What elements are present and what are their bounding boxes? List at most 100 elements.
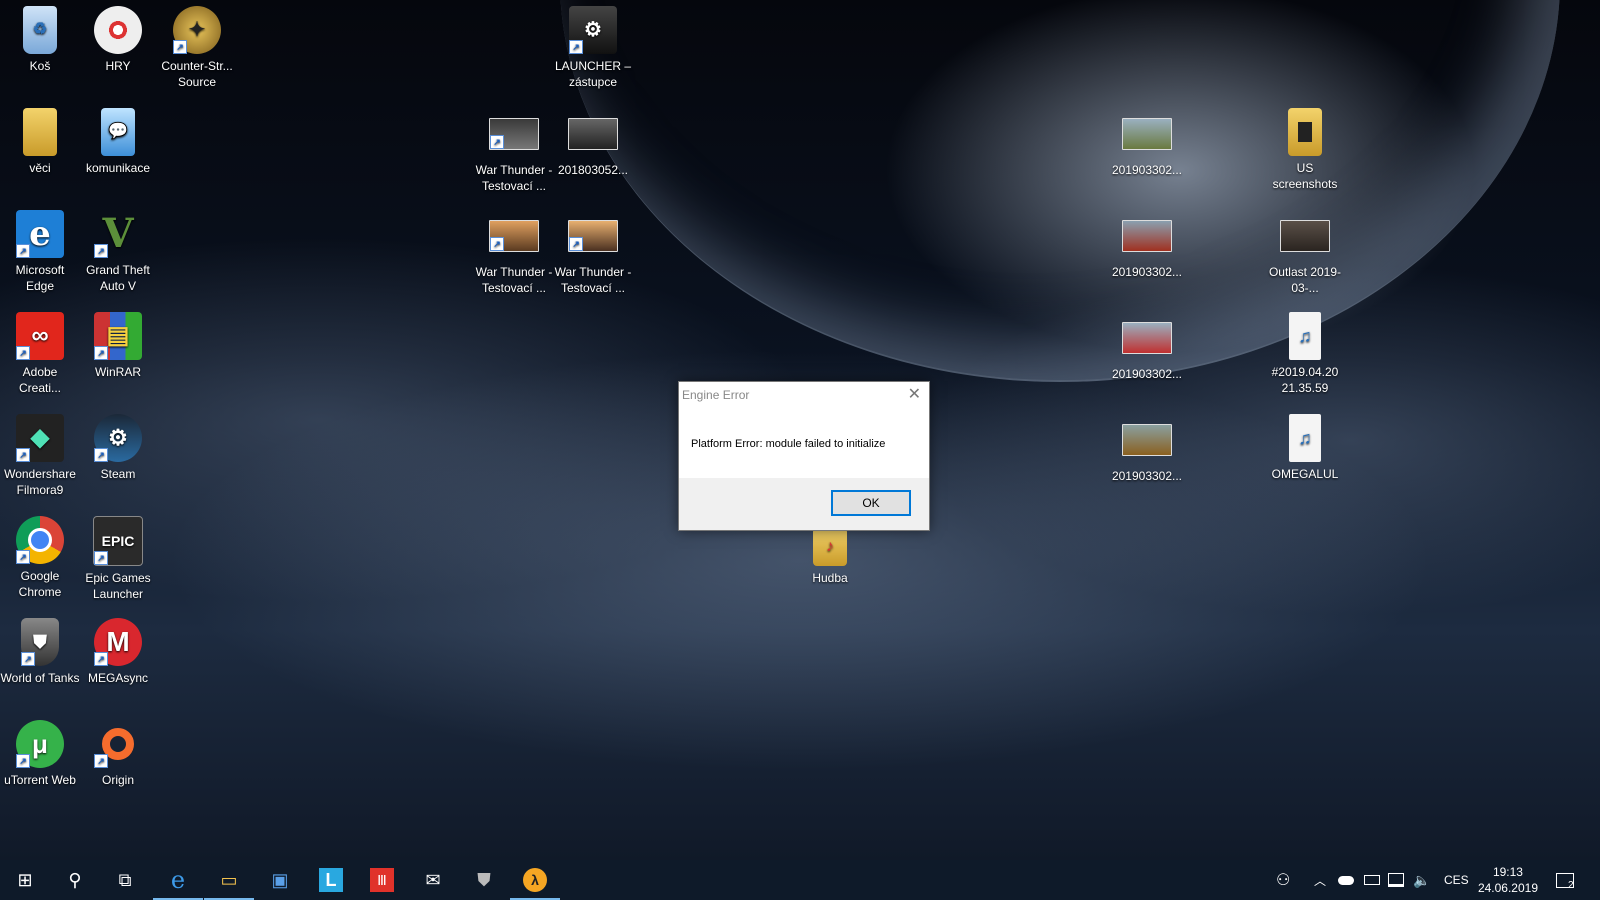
clock[interactable]: 19:13 24.06.2019	[1478, 864, 1538, 896]
desktop-icon-komunikace[interactable]: 💬 komunikace	[78, 108, 158, 176]
dialog-title: Engine Error	[682, 388, 750, 402]
image-thumbnail-icon	[1122, 424, 1172, 456]
filmora-icon: ◆ ↗	[16, 414, 64, 462]
desktop-icon-microsoft-edge[interactable]: e ↗ Microsoft Edge	[0, 210, 80, 294]
desktop-icon-gta-v[interactable]: V ↗ Grand Theft Auto V	[78, 210, 158, 294]
desktop-icon-us-screenshots[interactable]: US screenshots	[1265, 108, 1345, 192]
ok-button[interactable]: OK	[831, 490, 911, 516]
desktop-icon-winrar[interactable]: ▤ ↗ WinRAR	[78, 312, 158, 380]
battery-button[interactable]	[1364, 860, 1380, 900]
desktop-icon-launcher[interactable]: ⚙ ↗ LAUNCHER – zástupce	[553, 6, 633, 90]
folder-icon	[1288, 108, 1322, 156]
desktop-icon-audio-2019-04-20[interactable]: ♫ #2019.04.20 21.35.59	[1265, 312, 1345, 396]
desktop-icon-origin[interactable]: ↗ Origin	[78, 720, 158, 788]
desktop-icon-hudba[interactable]: ♪ Hudba	[790, 528, 870, 586]
desktop-icon-image-201903302-c[interactable]: 201903302...	[1107, 312, 1187, 382]
folder-icon	[23, 108, 57, 156]
winrar-icon: ▤ ↗	[94, 312, 142, 360]
counter-strike-icon: ✦ ↗	[173, 6, 221, 54]
taskbar-app-world-of-tanks[interactable]: ⛊	[459, 860, 509, 900]
task-view-button[interactable]: ⧉	[100, 860, 150, 900]
engine-error-dialog: Engine Error ✕ Platform Error: module fa…	[678, 381, 930, 531]
desktop-icon-war-thunder-2[interactable]: ↗ War Thunder - Testovací ...	[474, 210, 554, 296]
video-thumbnail-icon: ↗	[489, 220, 539, 252]
desktop-icon-outlast[interactable]: Outlast 2019-03-...	[1265, 210, 1345, 296]
video-thumbnail-icon	[1280, 220, 1330, 252]
desktop-icon-steam[interactable]: ⚙ ↗ Steam	[78, 414, 158, 482]
music-folder-icon: ♪	[813, 528, 847, 566]
desktop-icon-counter-strike[interactable]: ✦ ↗ Counter-Str... Source	[157, 6, 237, 90]
chrome-icon: ↗	[16, 516, 64, 564]
taskbar-app-red[interactable]: Ⅲ	[357, 860, 407, 900]
desktop-icon-war-thunder-3[interactable]: ↗ War Thunder - Testovací ...	[553, 210, 633, 296]
desktop-icon-war-thunder-1[interactable]: ↗ War Thunder - Testovací ...	[474, 108, 554, 194]
taskbar-app-l[interactable]: L	[306, 860, 356, 900]
chat-computer-icon: 💬	[101, 108, 135, 156]
show-hidden-icons-button[interactable]: ︿	[1314, 860, 1326, 900]
close-icon[interactable]: ✕	[908, 384, 921, 404]
language-label: CES	[1444, 873, 1469, 887]
volume-button[interactable]: 🔈	[1413, 860, 1430, 900]
windows-icon: ⊞	[17, 869, 33, 890]
taskbar-app-mail[interactable]: ✉	[408, 860, 458, 900]
task-view-icon: ⧉	[118, 869, 132, 890]
language-indicator[interactable]: CES	[1444, 860, 1469, 900]
network-icon	[1388, 873, 1404, 887]
folder-icon: ▭	[220, 869, 238, 890]
epic-games-icon: EPIC ↗	[93, 516, 143, 566]
image-thumbnail-icon	[1122, 220, 1172, 252]
clock-time: 19:13	[1492, 865, 1523, 879]
video-thumbnail-icon: ↗	[489, 118, 539, 150]
disc-icon	[94, 6, 142, 54]
desktop-icon-hry[interactable]: HRY	[78, 6, 158, 74]
image-thumbnail-icon	[1122, 322, 1172, 354]
taskbar-app-edge[interactable]: e	[153, 860, 203, 900]
image-thumbnail-icon	[568, 118, 618, 150]
gta-icon: V ↗	[94, 210, 142, 258]
desktop-icon-image-201803052[interactable]: 201803052...	[553, 108, 633, 178]
dialog-footer: OK	[679, 478, 929, 530]
desktop-icon-utorrent[interactable]: μ ↗ uTorrent Web	[0, 720, 80, 788]
speaker-icon: 🔈	[1413, 871, 1431, 888]
taskbar-app-half-life[interactable]: λ	[510, 860, 560, 900]
desktop-icon-google-chrome[interactable]: ↗ Google Chrome	[0, 516, 80, 600]
edge-icon: e	[170, 866, 186, 894]
video-thumbnail-icon: ↗	[568, 220, 618, 252]
origin-icon: ↗	[94, 720, 142, 768]
taskbar-app-file-explorer[interactable]: ▭	[204, 860, 254, 900]
utorrent-icon: μ ↗	[16, 720, 64, 768]
taskbar: ⊞ ⚲ ⧉ e ▭ ▣ L Ⅲ ✉ ⛊ λ ⚇ ︿ 🔈 CES 19:13 24…	[0, 860, 1600, 900]
dialog-message: Platform Error: module failed to initial…	[691, 438, 886, 450]
start-button[interactable]: ⊞	[0, 860, 50, 900]
network-button[interactable]	[1388, 860, 1404, 900]
desktop-icon-image-201903302-a[interactable]: 201903302...	[1107, 108, 1187, 178]
notifications-button[interactable]: 2	[1556, 860, 1574, 900]
edge-icon: e ↗	[16, 210, 64, 258]
image-thumbnail-icon	[1122, 118, 1172, 150]
desktop-icon-recycle-bin[interactable]: ♻ Koš	[0, 6, 80, 74]
mega-icon: M ↗	[94, 618, 142, 666]
battery-icon	[1364, 875, 1380, 885]
desktop-icon-veci[interactable]: věci	[0, 108, 80, 176]
clock-date: 24.06.2019	[1477, 881, 1538, 895]
adobe-cc-icon: ∞ ↗	[16, 312, 64, 360]
desktop-icon-image-201903302-d[interactable]: 201903302...	[1107, 414, 1187, 484]
audio-file-icon: ♫	[1289, 312, 1321, 360]
people-icon: ⚇	[1276, 872, 1291, 889]
world-of-tanks-icon: ⛊ ↗	[21, 618, 59, 666]
steam-icon: ⚙ ↗	[94, 414, 142, 462]
desktop-icon-adobe-creative-cloud[interactable]: ∞ ↗ Adobe Creati...	[0, 312, 80, 396]
taskbar-app-store[interactable]: ▣	[255, 860, 305, 900]
desktop-icon-filmora[interactable]: ◆ ↗ Wondershare Filmora9	[0, 414, 80, 498]
search-button[interactable]: ⚲	[50, 860, 100, 900]
chevron-up-icon: ︿	[1314, 873, 1327, 888]
people-button[interactable]: ⚇	[1276, 860, 1290, 900]
desktop-icon-omegalul[interactable]: ♫ OMEGALUL	[1265, 414, 1345, 482]
onedrive-button[interactable]	[1338, 860, 1354, 900]
l-app-icon: L	[319, 868, 343, 892]
desktop-icon-megasync[interactable]: M ↗ MEGAsync	[78, 618, 158, 686]
desktop-icon-image-201903302-b[interactable]: 201903302...	[1107, 210, 1187, 280]
world-of-tanks-icon: ⛊	[477, 869, 491, 890]
desktop-icon-epic-games[interactable]: EPIC ↗ Epic Games Launcher	[78, 516, 158, 602]
desktop-icon-world-of-tanks[interactable]: ⛊ ↗ World of Tanks	[0, 618, 80, 686]
